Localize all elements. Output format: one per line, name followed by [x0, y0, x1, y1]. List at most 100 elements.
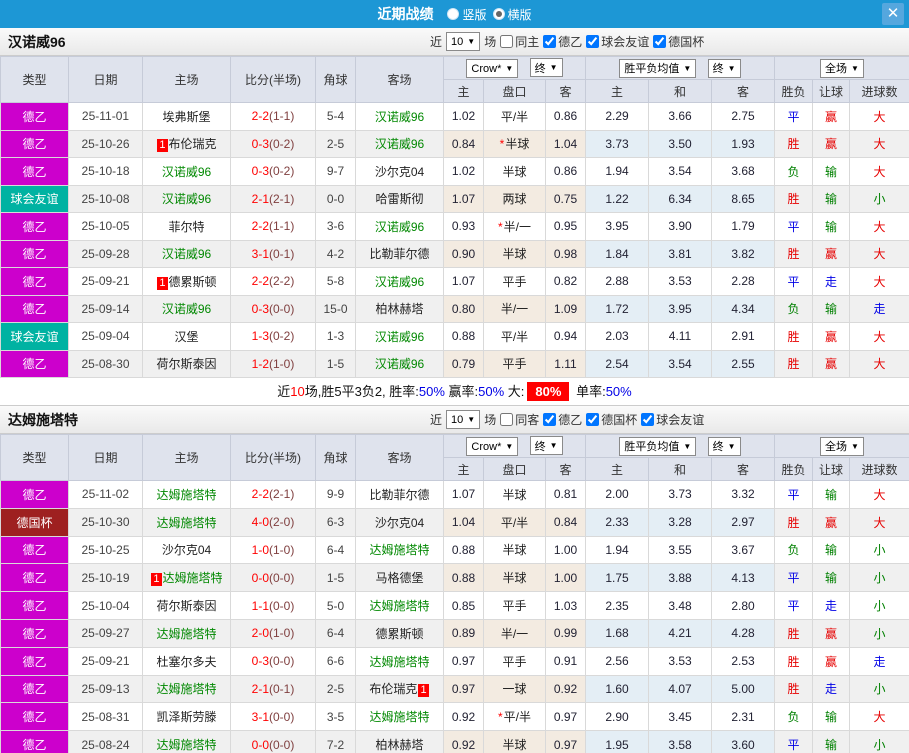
filter-checkbox[interactable]: 德国杯 [653, 33, 704, 50]
near-label: 近 [430, 35, 443, 49]
period-select[interactable]: 全场 ▼ [820, 58, 864, 78]
odds-handicap-value: 半球 [483, 239, 546, 268]
odds-group-header: Crow* ▼ 终 ▼ [443, 56, 586, 80]
half-score: (0-0) [269, 301, 295, 316]
away-team: 德累斯顿 [355, 618, 444, 648]
result-wdl: 负 [774, 157, 814, 186]
away-team: 哈雷斯彻 [355, 184, 444, 213]
filter-checkbox[interactable]: 德乙 [543, 411, 582, 428]
layout-radio-checked[interactable]: 横版 [492, 6, 532, 23]
close-icon[interactable]: ✕ [882, 3, 904, 25]
match-count-select[interactable]: 10 ▼ [446, 32, 481, 51]
away-team: 布伦瑞克 1 [355, 674, 444, 704]
league-checkboxes: 同客 德乙 德国杯 球会友谊 [496, 411, 704, 428]
filter-checkbox[interactable]: 德国杯 [586, 411, 637, 428]
score-cell: 2-0(1-0) [230, 618, 316, 648]
half-score: (0-2) [269, 329, 295, 344]
odds-home-value: 0.97 [443, 646, 484, 676]
match-count-select[interactable]: 10 ▼ [446, 410, 481, 429]
match-row: 德乙 25-09-21 杜塞尔多夫 0-3(0-0) 6-6 达姆施塔特 0.9… [0, 646, 909, 676]
radio-icon[interactable] [447, 8, 460, 20]
layout-radio-unchecked[interactable]: 竖版 [447, 6, 487, 23]
checkbox-icon[interactable] [653, 35, 667, 48]
half-score: (0-1) [269, 246, 295, 261]
result-handicap: 输 [812, 157, 851, 186]
full-score: 3-1 [251, 246, 269, 261]
odds-stage-select[interactable]: 终 ▼ [529, 58, 563, 77]
result-handicap: 输 [812, 212, 851, 241]
mean-stage-select[interactable]: 终 ▼ [707, 58, 741, 78]
odds-away-value: 1.00 [545, 535, 586, 565]
period-select[interactable]: 全场 ▼ [820, 436, 864, 456]
filter-checkbox[interactable]: 同主 [500, 33, 539, 50]
checkbox-icon[interactable] [586, 413, 600, 426]
odds-away-value: 0.82 [545, 267, 586, 296]
mean-draw-value: 3.53 [648, 267, 712, 296]
filter-checkbox[interactable]: 球会友谊 [641, 411, 704, 428]
match-row: 德乙 25-09-28 汉诺威96 3-1(0-1) 4-2 比勒菲尔德 0.9… [0, 239, 909, 268]
checkbox-icon[interactable] [543, 413, 557, 426]
away-team: 汉诺威96 [355, 102, 444, 131]
odds-handicap-value: 平/半 [483, 322, 546, 351]
mean-select[interactable]: 胜平负均值 ▼ [619, 58, 697, 78]
home-team: 达姆施塔特 [142, 507, 231, 537]
team-name: 汉诺威96 [8, 33, 66, 50]
result-goals: 小 [849, 674, 909, 704]
bookmaker-select[interactable]: Crow* ▼ [466, 59, 519, 78]
odds-handicap-value: 半球 [483, 480, 546, 509]
checkbox-icon[interactable] [641, 413, 655, 426]
match-row: 德乙 25-09-27 达姆施塔特 2-0(1-0) 6-4 德累斯顿 0.89… [0, 618, 909, 648]
bookmaker-select[interactable]: Crow* ▼ [466, 437, 519, 456]
mean-away-value: 1.79 [710, 212, 776, 241]
result-handicap: 赢 [812, 349, 851, 378]
away-team: 沙尔克04 [355, 157, 444, 186]
chevron-down-icon: ▼ [727, 63, 736, 73]
radio-icon[interactable] [492, 8, 505, 20]
league-type-cell: 德乙 [0, 702, 69, 732]
corners-cell: 9-9 [315, 480, 356, 509]
result-goals: 走 [849, 646, 909, 676]
mean-away-value: 3.60 [710, 730, 776, 753]
matches-table-hannover: 类型 日期 主场 比分(半场) 角球 客场 Crow* ▼ 终 ▼ 胜平负均值 ▼ 终… [0, 56, 909, 378]
result-handicap: 输 [812, 480, 851, 509]
match-row: 德乙 25-10-25 沙尔克04 1-0(1-0) 6-4 达姆施塔特 0.8… [0, 535, 909, 565]
checkbox-icon[interactable] [586, 35, 600, 48]
odds-stage-select[interactable]: 终 ▼ [529, 436, 563, 455]
mean-select[interactable]: 胜平负均值 ▼ [619, 436, 697, 456]
odds-handicap-value: *半/一 [483, 212, 546, 241]
chevron-down-icon: ▼ [505, 64, 514, 73]
col-date: 日期 [68, 434, 143, 481]
checkbox-icon[interactable] [543, 35, 557, 48]
mean-home-value: 1.75 [585, 563, 649, 593]
score-cell: 2-1(0-1) [230, 674, 316, 704]
corners-cell: 9-7 [315, 157, 356, 186]
league-checkboxes: 同主 德乙 球会友谊 德国杯 [496, 33, 704, 50]
mean-draw-value: 3.54 [648, 157, 712, 186]
match-date: 25-09-27 [68, 618, 143, 648]
radio-label: 横版 [507, 7, 532, 22]
odds-away-value: 1.11 [545, 349, 586, 378]
odds-group-header: Crow* ▼ 终 ▼ [443, 434, 586, 458]
mean-stage-select[interactable]: 终 ▼ [707, 436, 741, 456]
odds-handicap-value: 半球 [483, 730, 546, 753]
checkbox-icon[interactable] [500, 413, 514, 426]
checkbox-icon[interactable] [500, 35, 514, 48]
result-goals: 小 [849, 563, 909, 593]
match-date: 25-09-21 [68, 646, 143, 676]
corners-cell: 5-0 [315, 591, 356, 620]
half-score: (1-1) [269, 109, 295, 124]
filter-checkbox[interactable]: 德乙 [543, 33, 582, 50]
result-group-header: 全场 ▼ [774, 56, 909, 80]
odds-home-value: 1.02 [443, 157, 484, 186]
result-handicap: 输 [812, 730, 851, 753]
corners-cell: 6-4 [315, 618, 356, 648]
away-team: 汉诺威96 [355, 212, 444, 241]
filter-checkbox[interactable]: 同客 [500, 411, 539, 428]
filter-checkbox[interactable]: 球会友谊 [586, 33, 649, 50]
layout-radio-group: 竖版 横版 [441, 6, 532, 23]
result-wdl: 平 [774, 730, 814, 753]
league-type-cell: 德乙 [0, 239, 69, 268]
summary-segment: 单率: [572, 384, 606, 399]
odds-home-value: 1.07 [443, 267, 484, 296]
mean-draw-value: 4.11 [648, 322, 712, 351]
